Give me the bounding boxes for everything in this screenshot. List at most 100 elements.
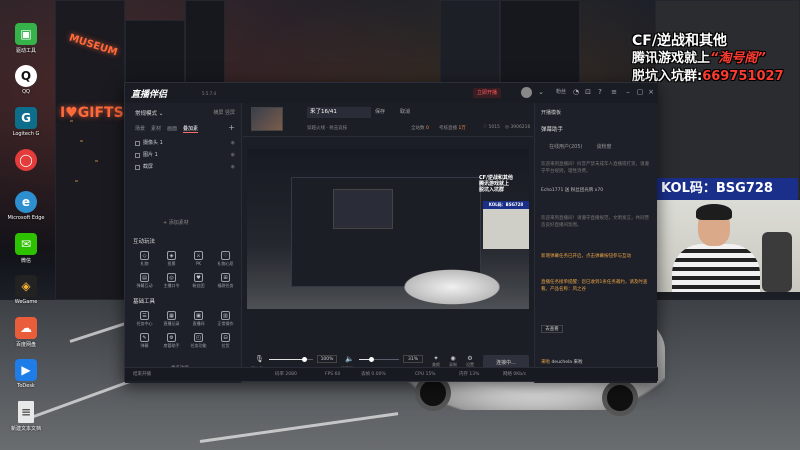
status-item: 码率 2080 <box>275 372 297 377</box>
tab-scene[interactable]: 场景 <box>135 125 145 133</box>
status-item: CPU 15% <box>415 372 436 377</box>
list-item[interactable]: 图片 1 ◉ <box>135 149 235 161</box>
close-icon[interactable]: × <box>646 87 656 97</box>
green-app-icon: ▣ <box>15 23 37 45</box>
category-label[interactable]: 穿越火线 · 射击竞技 <box>307 125 347 131</box>
tab-overlay[interactable]: 叠加素 <box>183 125 199 133</box>
tool-gift[interactable]: ◇ 礼物 <box>131 249 158 271</box>
chat-message: 欢迎来到直播间！抖音严禁未成年人直播或打赏，请遵守平台规则，理性消费。 <box>541 162 649 174</box>
add-source-button[interactable]: + 添加素材 <box>163 219 189 226</box>
template-button[interactable]: 开播模板 <box>541 109 561 116</box>
tool-normal-op[interactable]: ▥ 正常操作 <box>212 309 239 331</box>
mic-volume-value[interactable]: 100% <box>317 355 337 363</box>
avatar[interactable] <box>521 87 532 98</box>
tool-danmaku[interactable]: ▤ 弹幕互动 <box>131 271 158 293</box>
help-icon[interactable]: ? <box>595 87 605 97</box>
goods-icon: ⊟ <box>221 333 230 342</box>
desktop-icon-logitech[interactable]: G Logitech G <box>2 104 50 146</box>
speaker-volume-slider[interactable] <box>359 357 399 362</box>
microphone-icon[interactable]: 🎙 <box>255 355 264 363</box>
minimize-icon[interactable]: – <box>623 87 633 97</box>
tab-material[interactable]: 素材 <box>151 125 161 133</box>
tool-room-admin[interactable]: ⚙ 房管助手 <box>158 331 185 353</box>
basic-tools-section-title: 基础工具 <box>133 299 156 305</box>
cancel-button[interactable]: 取消 <box>400 108 410 115</box>
tool-wish[interactable]: ♡ 礼物心愿 <box>212 249 239 271</box>
mic-slider-knob[interactable] <box>302 357 308 362</box>
go-live-button[interactable]: 立即开播 <box>473 88 502 98</box>
right-panel: 开播模板 弹幕助手 在线用户(205) 谈粉度 欢迎来到直播间！抖音严禁未成年人… <box>534 103 657 383</box>
speaker-volume-value[interactable]: 31% <box>403 355 423 363</box>
chevron-down-icon[interactable]: ⌄ <box>536 87 546 97</box>
desktop-icon-red-app[interactable]: ◯ <box>2 146 50 188</box>
chat-message: 新增弹幕任务已开启，点击弹幕按钮参与互动 <box>541 254 631 259</box>
room-icon: ▣ <box>194 311 203 320</box>
tab-screen[interactable]: 画面 <box>167 125 177 133</box>
speaker-slider-knob[interactable] <box>369 357 374 362</box>
list-item[interactable]: 摄像头 1 ◉ <box>135 137 235 149</box>
chat-message: Echo1771 送 粉丝团光牌 x70 <box>541 188 604 193</box>
tool-command[interactable]: ◎ 主播口令 <box>158 271 185 293</box>
wechat-icon: ✉ <box>15 233 37 255</box>
desktop-icon-text-file[interactable]: ≡ 新建文本文档 <box>2 398 50 440</box>
chat-message: 直播任务接单提醒：您已收到1条任务邀约，请及时查看。产品名称：风之谷 <box>541 280 648 292</box>
menu-icon[interactable]: ≡ <box>609 87 619 97</box>
desktop-icon-todesk[interactable]: ▶ ToDesk <box>2 356 50 398</box>
tab-fans[interactable]: 谈粉度 <box>596 143 611 150</box>
tool-fan-club[interactable]: ♥ 粉丝团 <box>185 271 212 293</box>
mode-select[interactable]: 常规模式 ⌄ <box>135 109 163 117</box>
tool-lucky-bag[interactable]: ⊞ 福袋任务 <box>212 271 239 293</box>
cover-thumbnail[interactable] <box>251 107 283 131</box>
desktop-icon-wegame[interactable]: ◈ WeGame <box>2 272 50 314</box>
screenshot-icon <box>135 164 140 170</box>
preview-car <box>397 267 507 307</box>
tool-pk[interactable]: ⚔ PK <box>185 249 212 271</box>
stat-review: 考核直播 1万 <box>439 126 466 131</box>
preview-webcam <box>483 209 529 249</box>
status-item[interactable]: 结束开播 <box>133 368 151 382</box>
desktop-icon-baidu-cloud[interactable]: ☁ 百度网盘 <box>2 314 50 356</box>
status-item: FPS 60 <box>325 372 341 377</box>
tab-online-users[interactable]: 在线用户(205) <box>549 143 582 150</box>
audience-tabs: 在线用户(205) 谈粉度 <box>549 143 611 150</box>
tab-portrait[interactable]: 竖屏 <box>225 110 235 116</box>
preview-kol-banner: KOL码：BSG728 <box>483 201 529 209</box>
tool-live-record[interactable]: ▦ 直播记录 <box>158 309 185 331</box>
view-more-button[interactable]: 去查看 <box>541 325 563 333</box>
function-icon: ◰ <box>194 333 203 342</box>
speaker-icon[interactable]: 🔈 <box>345 355 354 363</box>
mic-volume-slider[interactable] <box>269 357 313 362</box>
desktop-icon-wechat[interactable]: ✉ 微信 <box>2 230 50 272</box>
tool-vote[interactable]: ◈ 投票 <box>158 249 185 271</box>
maximize-icon[interactable]: ▢ <box>635 87 645 97</box>
tool-live-room[interactable]: ▣ 直播间 <box>185 309 212 331</box>
scene-tabs: 场景 素材 画面 叠加素 <box>135 125 235 133</box>
status-item: 内存 13% <box>459 372 480 377</box>
tool-task-function[interactable]: ◰ 任务功能 <box>185 331 212 353</box>
tool-danmaku-basic[interactable]: ✎ 弹幕 <box>131 331 158 353</box>
eye-icon[interactable]: ◉ <box>231 149 235 161</box>
chat-icon: ✎ <box>140 333 149 342</box>
task-icon: ☰ <box>140 311 149 320</box>
list-item[interactable]: 截屏 ◉ <box>135 161 235 173</box>
stream-overlay-title: CF/逆战和其他 腾讯游戏就上“淘号阁” 脱坑入坑群:669751027 <box>632 32 800 86</box>
tool-goods[interactable]: ⊟ 拉货 <box>212 331 239 353</box>
todesk-icon: ▶ <box>15 359 37 381</box>
tool-task-center[interactable]: ☰ 任务中心 <box>131 309 158 331</box>
eye-icon[interactable]: ◉ <box>231 161 235 173</box>
save-button[interactable]: 保存 <box>375 108 385 115</box>
eye-icon[interactable]: ◉ <box>231 137 235 149</box>
command-icon: ◎ <box>167 273 176 282</box>
desktop-icon-qq[interactable]: Q QQ <box>2 62 50 104</box>
tab-landscape[interactable]: 横屏 <box>213 110 223 116</box>
app-logo: 直播伴侣 <box>131 90 168 100</box>
live-companion-window: 直播伴侣 5.5.7.4 立即开播 ⌄ 粉丝 ◔ ⊡ ? ≡ – ▢ × 常规模… <box>124 82 658 383</box>
gift-icon[interactable]: ⊡ <box>583 87 593 97</box>
bell-icon[interactable]: ◔ <box>571 87 581 97</box>
pk-icon: ⚔ <box>194 251 203 260</box>
stream-title-field[interactable]: 来了16/41 <box>307 107 371 118</box>
desktop-icon-edge[interactable]: e Microsoft Edge <box>2 188 50 230</box>
stream-preview[interactable]: CF/逆战和其他 腾讯游戏就上 脱坑入坑群 KOL码：BSG728 <box>247 149 529 309</box>
desktop-icon-driver-tool[interactable]: ▣ 驱动工具 <box>2 20 50 62</box>
add-scene-icon[interactable]: + <box>228 123 235 132</box>
